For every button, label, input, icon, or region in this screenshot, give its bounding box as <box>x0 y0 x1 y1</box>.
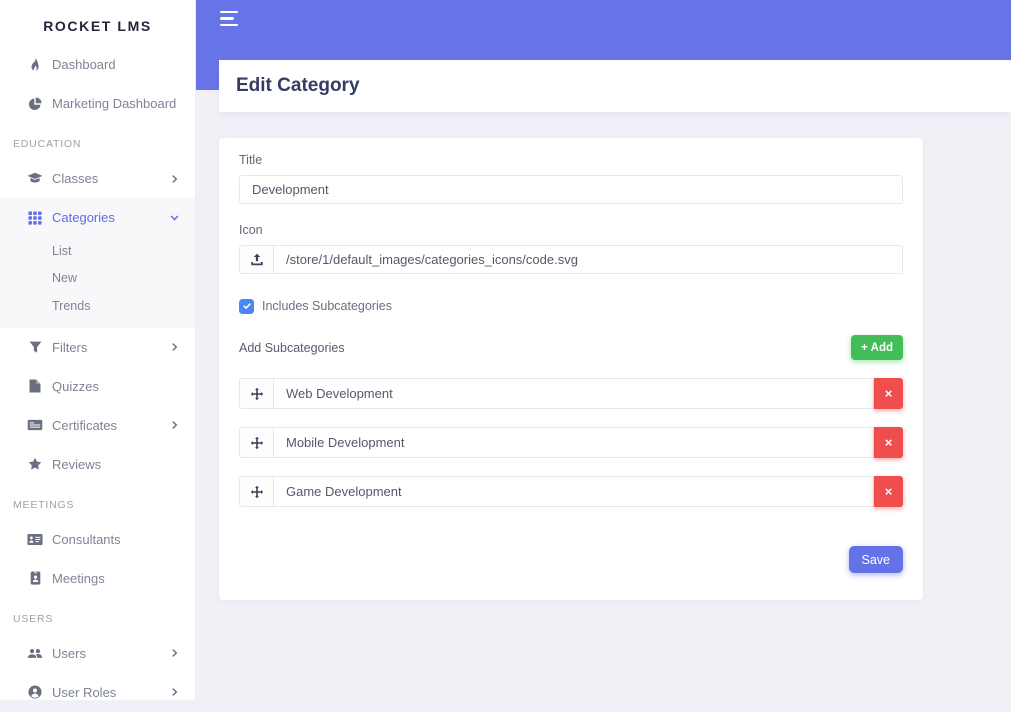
sidebar-item-categories[interactable]: Categories <box>0 198 195 237</box>
sidebar-item-marketing-dashboard[interactable]: Marketing Dashboard <box>0 84 195 123</box>
move-handle-icon[interactable] <box>239 476 273 507</box>
icon-path-input[interactable] <box>273 245 903 274</box>
add-subcategories-label: Add Subcategories <box>239 341 345 355</box>
subcategory-input[interactable] <box>273 427 874 458</box>
title-label: Title <box>239 153 903 168</box>
sidebar-item-label: Categories <box>52 210 170 225</box>
sidebar-item-label: Reviews <box>52 457 179 472</box>
remove-subcategory-button[interactable]: × <box>874 378 903 409</box>
sidebar-item-label: Users <box>52 646 171 661</box>
includes-subcategories-row: Includes Subcategories <box>239 298 903 314</box>
sidebar-subitem-new[interactable]: New <box>0 265 195 293</box>
sidebar-item-certificates[interactable]: Certificates <box>0 406 195 445</box>
sidebar-group-categories: Categories List New Trends <box>0 198 195 328</box>
includes-subcategories-checkbox[interactable] <box>239 299 254 314</box>
chevron-right-icon <box>171 343 179 351</box>
sidebar-section-meetings: MEETINGS <box>0 484 195 520</box>
add-subcategories-row: Add Subcategories + Add <box>239 335 903 360</box>
main-area: Edit Category Title Icon Includes Subcat… <box>196 0 1011 700</box>
move-handle-icon[interactable] <box>239 378 273 409</box>
star-icon <box>27 456 43 472</box>
subcategory-row: × <box>239 427 903 458</box>
brand-logo[interactable]: ROCKET LMS <box>0 0 195 45</box>
sidebar-item-label: Quizzes <box>52 379 179 394</box>
sidebar-item-consultants[interactable]: Consultants <box>0 520 195 559</box>
add-subcategory-button[interactable]: + Add <box>851 335 903 360</box>
sidebar-item-label: Marketing Dashboard <box>52 96 179 111</box>
sidebar-item-label: Dashboard <box>52 57 179 72</box>
icon-input-group <box>239 245 903 274</box>
id-card-icon <box>27 531 43 547</box>
page-header: Edit Category <box>219 60 1011 112</box>
sidebar-item-classes[interactable]: Classes <box>0 159 195 198</box>
sidebar-item-label: Classes <box>52 171 171 186</box>
users-icon <box>27 645 43 661</box>
subcategory-row: × <box>239 476 903 507</box>
chevron-right-icon <box>171 688 179 696</box>
flame-icon <box>27 57 43 73</box>
sidebar-subitem-trends[interactable]: Trends <box>0 292 195 320</box>
icon-label: Icon <box>239 223 903 238</box>
sidebar-item-users[interactable]: Users <box>0 634 195 673</box>
includes-subcategories-label[interactable]: Includes Subcategories <box>262 299 392 313</box>
certificate-icon <box>27 417 43 433</box>
subcategory-input[interactable] <box>273 378 874 409</box>
upload-icon[interactable] <box>239 245 273 274</box>
subcategory-input[interactable] <box>273 476 874 507</box>
pie-chart-icon <box>27 96 43 112</box>
hamburger-icon[interactable] <box>220 11 238 26</box>
graduation-cap-icon <box>27 171 43 187</box>
save-row: Save <box>239 546 903 573</box>
sidebar-item-label: Consultants <box>52 532 179 547</box>
sidebar-item-label: User Roles <box>52 685 171 700</box>
subcategory-row: × <box>239 378 903 409</box>
grid-icon <box>27 210 43 226</box>
sidebar: ROCKET LMS Dashboard Marketing Dashboard… <box>0 0 196 700</box>
chevron-down-icon <box>170 214 179 222</box>
sidebar-item-quizzes[interactable]: Quizzes <box>0 367 195 406</box>
remove-subcategory-button[interactable]: × <box>874 427 903 458</box>
edit-category-card: Title Icon Includes Subcategories Add Su… <box>219 138 923 600</box>
sidebar-item-dashboard[interactable]: Dashboard <box>0 45 195 84</box>
chevron-right-icon <box>171 175 179 183</box>
badge-icon <box>27 570 43 586</box>
sidebar-item-label: Certificates <box>52 418 171 433</box>
sidebar-item-reviews[interactable]: Reviews <box>0 445 195 484</box>
sidebar-section-education: EDUCATION <box>0 123 195 159</box>
move-handle-icon[interactable] <box>239 427 273 458</box>
save-button[interactable]: Save <box>849 546 904 573</box>
chevron-right-icon <box>171 649 179 657</box>
sidebar-item-label: Meetings <box>52 571 179 586</box>
remove-subcategory-button[interactable]: × <box>874 476 903 507</box>
sidebar-item-filters[interactable]: Filters <box>0 328 195 367</box>
file-icon <box>27 378 43 394</box>
title-input[interactable] <box>239 175 903 204</box>
sidebar-item-user-roles[interactable]: User Roles <box>0 673 195 712</box>
sidebar-subitem-list[interactable]: List <box>0 237 195 265</box>
sidebar-item-label: Filters <box>52 340 171 355</box>
user-circle-icon <box>27 684 43 700</box>
filter-icon <box>27 339 43 355</box>
chevron-right-icon <box>171 421 179 429</box>
sidebar-item-meetings[interactable]: Meetings <box>0 559 195 598</box>
sidebar-section-users: USERS <box>0 598 195 634</box>
page-title: Edit Category <box>236 75 360 97</box>
